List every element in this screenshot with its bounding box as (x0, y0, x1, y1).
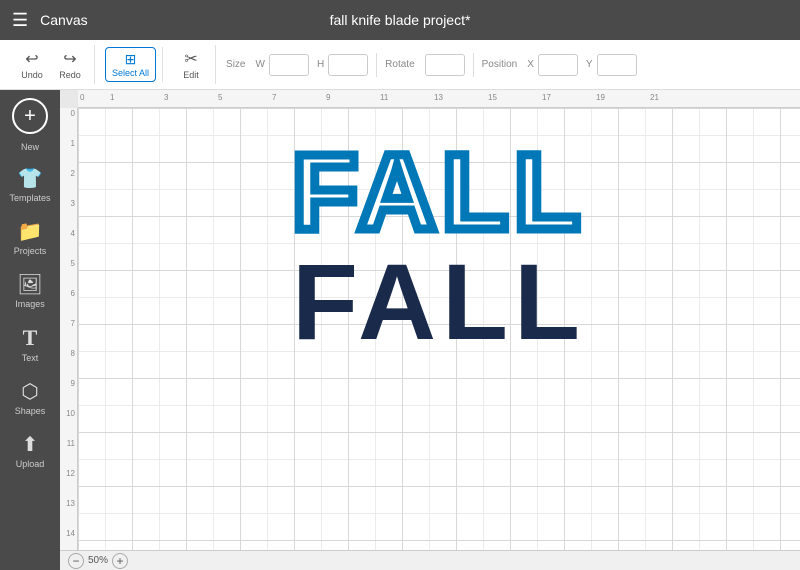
projects-icon: 📁 (18, 219, 43, 244)
undo-redo-group: ↩ Undo ↪ Redo (8, 45, 95, 84)
ruler-v-8: 8 (71, 350, 75, 358)
bottom-bar: − 50% + (60, 550, 800, 570)
rotate-input[interactable] (425, 54, 465, 76)
ruler-v-13: 13 (66, 500, 75, 508)
select-all-label: Select All (112, 68, 149, 78)
h-label: H (317, 59, 324, 70)
ruler-v-11: 11 (67, 440, 75, 448)
ruler-left: 0 1 2 3 4 5 6 7 8 9 10 11 12 13 14 (60, 108, 78, 550)
new-icon: + (24, 106, 36, 126)
sidebar-item-upload[interactable]: ⬆ Upload (3, 426, 57, 475)
y-label: Y (586, 59, 593, 70)
x-label: X (527, 59, 534, 70)
ruler-mark-21: 21 (650, 93, 659, 102)
projects-label: Projects (14, 246, 47, 256)
divider (376, 53, 377, 77)
text-icon: T (23, 325, 38, 351)
undo-button[interactable]: ↩ Undo (14, 45, 50, 84)
sidebar-item-text[interactable]: T Text (3, 319, 57, 369)
select-all-button[interactable]: ⊞ Select All (105, 47, 156, 82)
ruler-mark-13: 13 (434, 93, 443, 102)
app-title: Canvas (40, 12, 87, 28)
shapes-label: Shapes (15, 406, 46, 416)
upload-icon: ⬆ (22, 432, 39, 457)
fall-outline-text: FALL (292, 138, 586, 246)
ruler-mark-0: 0 (80, 93, 84, 102)
width-input[interactable] (269, 54, 309, 76)
ruler-v-4: 4 (71, 230, 75, 238)
ruler-v-9: 9 (71, 380, 75, 388)
ruler-mark-17: 17 (542, 93, 551, 102)
zoom-in-button[interactable]: + (112, 553, 128, 569)
x-input-group: X (527, 54, 578, 76)
sidebar: + New 👕 Templates 📁 Projects 🖼 Images T … (0, 90, 60, 570)
main-layout: + New 👕 Templates 📁 Projects 🖼 Images T … (0, 90, 800, 570)
ruler-mark-9: 9 (326, 93, 330, 102)
shapes-icon: ⬡ (21, 379, 38, 404)
select-all-icon: ⊞ (125, 51, 137, 68)
redo-button[interactable]: ↪ Redo (52, 45, 88, 84)
ruler-v-7: 7 (71, 320, 75, 328)
ruler-v-6: 6 (71, 290, 75, 298)
size-group: Size W H Rotate Position X Y (220, 53, 792, 77)
undo-icon: ↩ (25, 49, 38, 69)
design-content: FALL FALL (78, 108, 800, 550)
fall-solid-text: FALL (292, 248, 586, 356)
size-label: Size (226, 59, 245, 70)
edit-icon: ✂ (184, 49, 197, 69)
w-label: W (255, 59, 264, 70)
menu-icon[interactable]: ☰ (12, 10, 28, 31)
x-input[interactable] (538, 54, 578, 76)
redo-icon: ↪ (63, 49, 76, 69)
ruler-v-14: 14 (66, 530, 75, 538)
ruler-mark-15: 15 (488, 93, 497, 102)
ruler-mark-7: 7 (272, 93, 276, 102)
edit-button[interactable]: ✂ Edit (173, 45, 209, 84)
position-label: Position (482, 59, 518, 70)
ruler-mark-3: 3 (164, 93, 168, 102)
sidebar-item-images[interactable]: 🖼 Images (3, 266, 57, 315)
toolbar: ↩ Undo ↪ Redo ⊞ Select All ✂ Edit Size W… (0, 40, 800, 90)
ruler-mark-1: 1 (110, 93, 114, 102)
new-button[interactable]: + (12, 98, 48, 134)
edit-group: ✂ Edit (167, 45, 216, 84)
project-title: fall knife blade project* (330, 12, 471, 28)
upload-label: Upload (16, 459, 45, 469)
undo-label: Undo (21, 70, 43, 80)
ruler-v-12: 12 (66, 470, 75, 478)
zoom-level: 50% (88, 555, 108, 566)
height-input[interactable] (328, 54, 368, 76)
new-label: New (21, 142, 39, 152)
templates-icon: 👕 (18, 166, 43, 191)
text-label: Text (22, 353, 39, 363)
canvas-area[interactable]: 0 1 3 5 7 9 11 13 15 17 19 21 0 1 2 3 4 … (60, 90, 800, 570)
images-label: Images (15, 299, 45, 309)
edit-label: Edit (183, 70, 199, 80)
height-input-group: H (317, 54, 368, 76)
ruler-v-3: 3 (71, 200, 75, 208)
width-input-group: W (255, 54, 308, 76)
images-icon: 🖼 (17, 272, 42, 297)
sidebar-item-projects[interactable]: 📁 Projects (3, 213, 57, 262)
sidebar-item-shapes[interactable]: ⬡ Shapes (3, 373, 57, 422)
ruler-mark-19: 19 (596, 93, 605, 102)
ruler-v-0: 0 (71, 110, 75, 118)
ruler-top: 0 1 3 5 7 9 11 13 15 17 19 21 (78, 90, 800, 108)
ruler-v-10: 10 (66, 410, 75, 418)
select-all-group: ⊞ Select All (99, 47, 163, 82)
ruler-v-1: 1 (71, 140, 75, 148)
ruler-mark-5: 5 (218, 93, 222, 102)
redo-label: Redo (59, 70, 81, 80)
divider2 (473, 53, 474, 77)
templates-label: Templates (9, 193, 50, 203)
ruler-mark-11: 11 (380, 93, 388, 102)
y-input-group: Y (586, 54, 637, 76)
top-bar: ☰ Canvas fall knife blade project* (0, 0, 800, 40)
sidebar-item-templates[interactable]: 👕 Templates (3, 160, 57, 209)
y-input[interactable] (597, 54, 637, 76)
ruler-v-2: 2 (71, 170, 75, 178)
ruler-v-5: 5 (71, 260, 75, 268)
rotate-label: Rotate (385, 59, 414, 70)
zoom-out-button[interactable]: − (68, 553, 84, 569)
